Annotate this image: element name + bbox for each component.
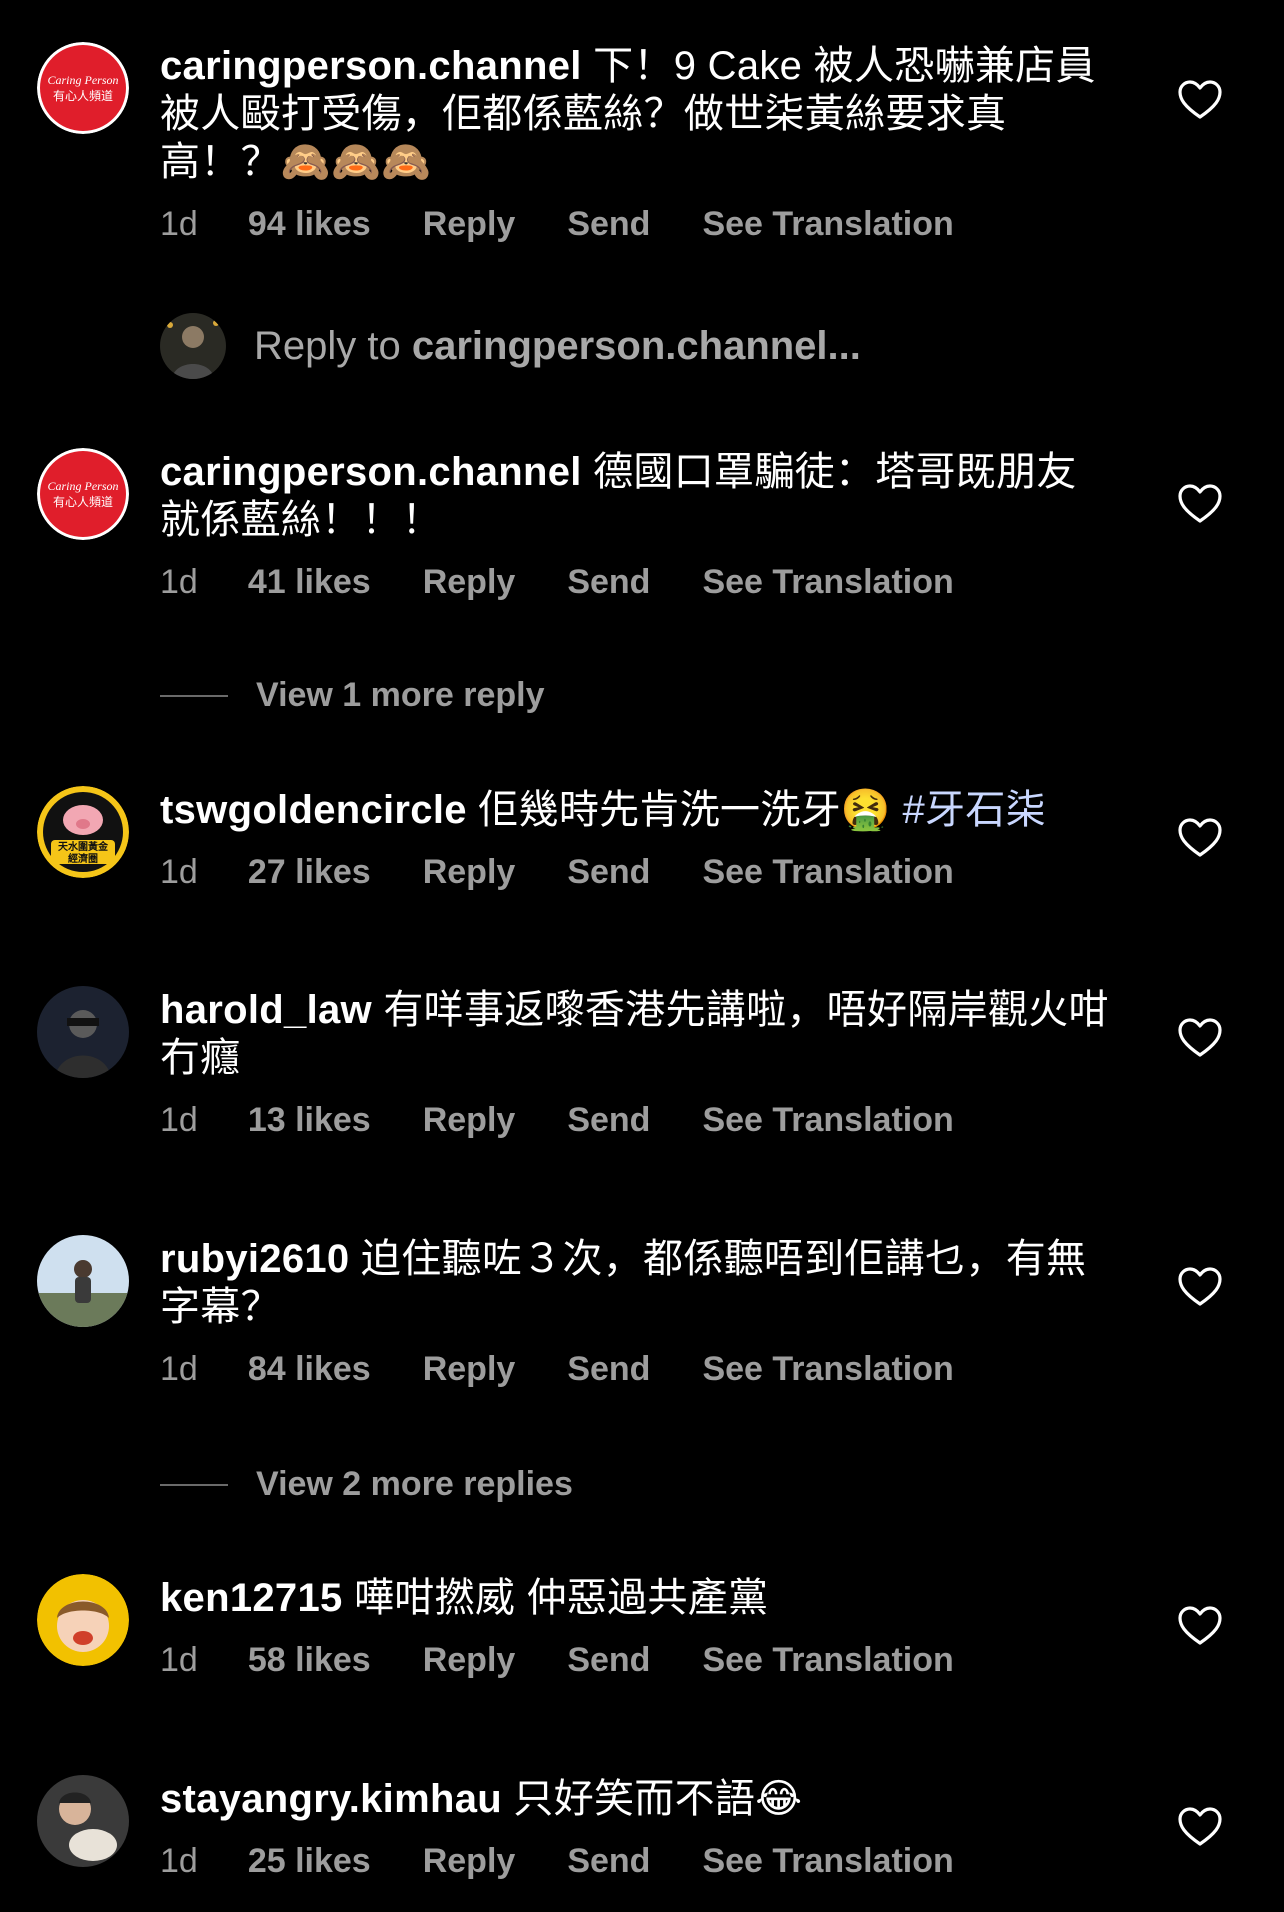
avatar-logo-subtext: 有心人頻道 <box>53 89 113 103</box>
avatar[interactable] <box>37 1574 129 1666</box>
likes-count[interactable]: 94 likes <box>248 204 371 244</box>
comment-text: harold_law 有咩事返嚟香港先講啦，唔好隔岸觀火咁冇癮 <box>160 986 1110 1082</box>
comment-time: 1d <box>160 1101 198 1139</box>
likes-count[interactable]: 27 likes <box>248 852 371 892</box>
send-button[interactable]: Send <box>567 1349 650 1389</box>
see-translation-button[interactable]: See Translation <box>702 1100 953 1140</box>
reply-placeholder: Reply to caringperson.channel... <box>254 324 861 369</box>
comment-time: 1d <box>160 1842 198 1880</box>
comment-body: 嘩咁撚威 仲惡過共產黨 <box>353 1576 769 1620</box>
likes-count[interactable]: 13 likes <box>248 1100 371 1140</box>
comment-time: 1d <box>160 1350 198 1388</box>
reply-input[interactable]: Reply to caringperson.channel... <box>160 313 861 379</box>
comment-meta: 1d 58 likes Reply Send See Translation <box>160 1640 1110 1680</box>
avatar[interactable] <box>37 1235 129 1327</box>
see-translation-button[interactable]: See Translation <box>702 852 953 892</box>
avatar[interactable] <box>37 1775 129 1867</box>
heart-outline-icon[interactable] <box>1178 1807 1222 1847</box>
avatar-logo-text: Caring Person <box>47 479 118 493</box>
comment-meta: 1d 41 likes Reply Send See Translation <box>160 562 1110 602</box>
current-user-avatar <box>160 313 226 379</box>
send-button[interactable]: Send <box>567 1841 650 1881</box>
comment-username[interactable]: ken12715 <box>160 1576 343 1620</box>
comment-username[interactable]: caringperson.channel <box>160 44 582 88</box>
view-more-label: View 2 more replies <box>256 1465 573 1503</box>
comment-text: rubyi2610 迫住聽咗３次，都係聽唔到佢講乜，有無字幕？ <box>160 1235 1110 1331</box>
comment-time: 1d <box>160 1641 198 1679</box>
send-button[interactable]: Send <box>567 204 650 244</box>
reply-button[interactable]: Reply <box>423 1640 516 1680</box>
heart-outline-icon[interactable] <box>1178 818 1222 858</box>
heart-outline-icon[interactable] <box>1178 1018 1222 1058</box>
view-more-label: View 1 more reply <box>256 676 545 714</box>
comment-username[interactable]: harold_law <box>160 988 372 1032</box>
divider-line <box>160 1483 228 1486</box>
reply-prefix: Reply to <box>254 323 401 368</box>
see-translation-button[interactable]: See Translation <box>702 562 953 602</box>
comment-text: stayangry.kimhau 只好笑而不語😂 <box>160 1775 1110 1823</box>
likes-count[interactable]: 84 likes <box>248 1349 371 1389</box>
avatar-logo-subtext: 經濟圈 <box>68 852 98 865</box>
heart-outline-icon[interactable] <box>1178 484 1222 524</box>
reply-button[interactable]: Reply <box>423 1100 516 1140</box>
comment-username[interactable]: rubyi2610 <box>160 1237 349 1281</box>
send-button[interactable]: Send <box>567 1100 650 1140</box>
heart-outline-icon[interactable] <box>1178 80 1222 120</box>
avatar[interactable] <box>37 986 129 1078</box>
divider-line <box>160 694 228 697</box>
comment-body: 佢幾時先肯洗一洗牙🤮 <box>478 788 892 832</box>
avatar[interactable]: Caring Person 有心人頻道 <box>37 448 129 540</box>
see-translation-button[interactable]: See Translation <box>702 1841 953 1881</box>
avatar[interactable]: Caring Person 有心人頻道 <box>37 42 129 134</box>
comment-time: 1d <box>160 853 198 891</box>
view-more-replies[interactable]: View 1 more reply <box>160 676 545 715</box>
comment-text: tswgoldencircle 佢幾時先肯洗一洗牙🤮 #牙石柒 <box>160 786 1110 834</box>
reply-button[interactable]: Reply <box>423 1841 516 1881</box>
reply-button[interactable]: Reply <box>423 204 516 244</box>
send-button[interactable]: Send <box>567 562 650 602</box>
likes-count[interactable]: 25 likes <box>248 1841 371 1881</box>
see-translation-button[interactable]: See Translation <box>702 204 953 244</box>
comment-meta: 1d 27 likes Reply Send See Translation <box>160 852 1110 892</box>
comment-body: 只好笑而不語😂 <box>513 1777 803 1821</box>
avatar-logo-text: 天水圍黃金 <box>58 840 109 853</box>
comment-meta: 1d 94 likes Reply Send See Translation <box>160 204 1110 244</box>
see-translation-button[interactable]: See Translation <box>702 1640 953 1680</box>
likes-count[interactable]: 41 likes <box>248 562 371 602</box>
heart-outline-icon[interactable] <box>1178 1606 1222 1646</box>
send-button[interactable]: Send <box>567 852 650 892</box>
avatar[interactable]: 天水圍黃金 經濟圈 <box>37 786 129 878</box>
reply-button[interactable]: Reply <box>423 852 516 892</box>
comment-text: ken12715 嘩咁撚威 仲惡過共產黨 <box>160 1574 1110 1622</box>
comment-text: caringperson.channel 德國口罩騙徒：塔哥既朋友就係藍絲！！！ <box>160 448 1110 544</box>
comment-text: caringperson.channel 下！9 Cake 被人恐嚇兼店員被人毆… <box>160 42 1110 186</box>
comment-meta: 1d 84 likes Reply Send See Translation <box>160 1349 1110 1389</box>
hashtag-link[interactable]: #牙石柒 <box>902 788 1045 832</box>
avatar-logo-text: Caring Person <box>47 73 118 87</box>
comment-username[interactable]: caringperson.channel <box>160 450 582 494</box>
comment-meta: 1d 25 likes Reply Send See Translation <box>160 1841 1110 1881</box>
reply-button[interactable]: Reply <box>423 1349 516 1389</box>
heart-outline-icon[interactable] <box>1178 1267 1222 1307</box>
comment-time: 1d <box>160 563 198 601</box>
reply-target: caringperson.channel... <box>411 323 861 368</box>
comment-time: 1d <box>160 205 198 243</box>
likes-count[interactable]: 58 likes <box>248 1640 371 1680</box>
send-button[interactable]: Send <box>567 1640 650 1680</box>
comment-username[interactable]: stayangry.kimhau <box>160 1777 502 1821</box>
comment-meta: 1d 13 likes Reply Send See Translation <box>160 1100 1110 1140</box>
reply-button[interactable]: Reply <box>423 562 516 602</box>
see-translation-button[interactable]: See Translation <box>702 1349 953 1389</box>
comment-username[interactable]: tswgoldencircle <box>160 788 467 832</box>
view-more-replies[interactable]: View 2 more replies <box>160 1465 573 1504</box>
avatar-logo-subtext: 有心人頻道 <box>53 495 113 509</box>
